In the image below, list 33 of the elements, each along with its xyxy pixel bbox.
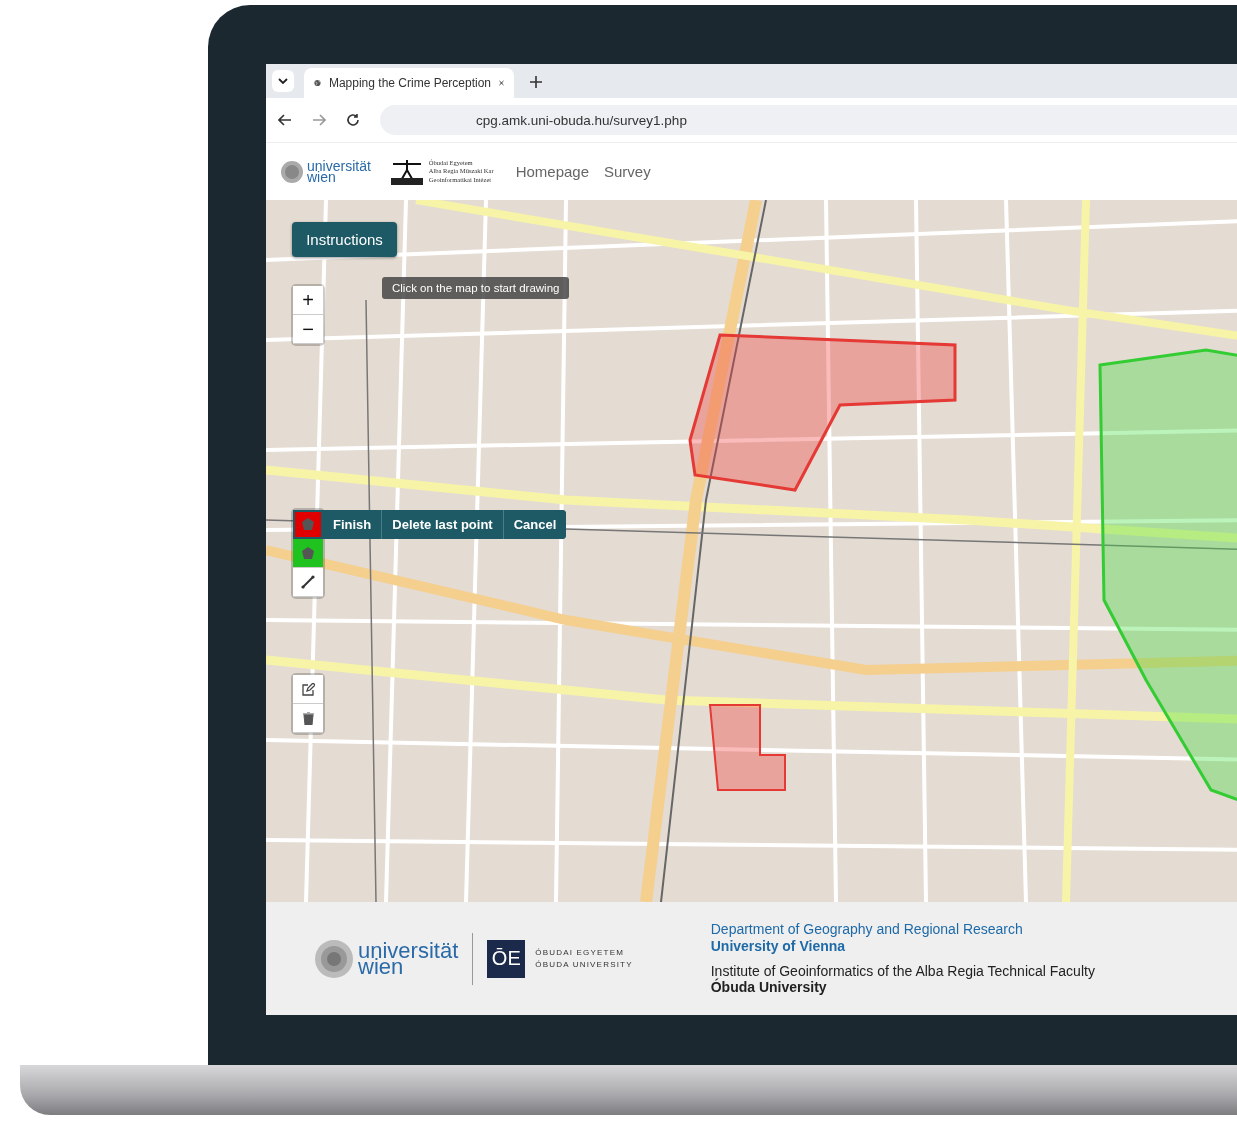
reload-icon[interactable]: [346, 113, 360, 127]
credit-text: Institute of Geoinformatics of the Alba Regia Technical Faculty Óbuda University: [710, 962, 1095, 997]
nav-link[interactable]: Homepage: [515, 163, 589, 180]
logo-mark: ŌE: [487, 939, 526, 978]
drawn-area[interactable]: [688, 333, 957, 492]
trash-icon: [302, 711, 314, 725]
zoom-in-button[interactable]: +: [293, 286, 323, 315]
logo-text: universität wien: [358, 942, 459, 975]
tab-list-button[interactable]: [272, 70, 294, 92]
pentagon-icon: [302, 547, 314, 559]
back-arrow-icon[interactable]: [278, 114, 292, 126]
chevron-down-icon: [278, 78, 288, 84]
nav-link[interactable]: Survey: [604, 163, 651, 180]
drawing-tooltip: Click on the map to start drawing: [382, 277, 570, 299]
logo-text: universität wien: [307, 161, 371, 182]
edit-icon: [301, 682, 315, 696]
logo-text: ÓBUDAI EGYETEM ÓBUDA UNIVERSITY: [535, 946, 633, 971]
surveyor-drawing: [388, 157, 425, 186]
polygon-tool-button[interactable]: [293, 539, 323, 568]
address-bar[interactable]: cpg.amk.uni-obuda.hu/survey1.php: [380, 105, 1237, 135]
forward-arrow-icon[interactable]: [312, 114, 326, 126]
browser-tab[interactable]: Mapping the Crime Perception: [304, 68, 514, 98]
close-icon[interactable]: [499, 78, 504, 88]
seal-icon: [314, 938, 354, 979]
edit-layers-button[interactable]: [293, 675, 323, 704]
new-tab-icon[interactable]: [530, 76, 542, 88]
tab-title: Mapping the Crime Perception: [328, 76, 492, 90]
drawn-area[interactable]: [708, 704, 786, 791]
seal-icon: [280, 159, 304, 184]
pentagon-icon: [302, 518, 314, 530]
line-icon: [301, 575, 315, 589]
instructions-button[interactable]: Instructions: [292, 222, 397, 257]
credit-text: Department of Geography and Regional Research University of Vienna: [710, 920, 1024, 955]
